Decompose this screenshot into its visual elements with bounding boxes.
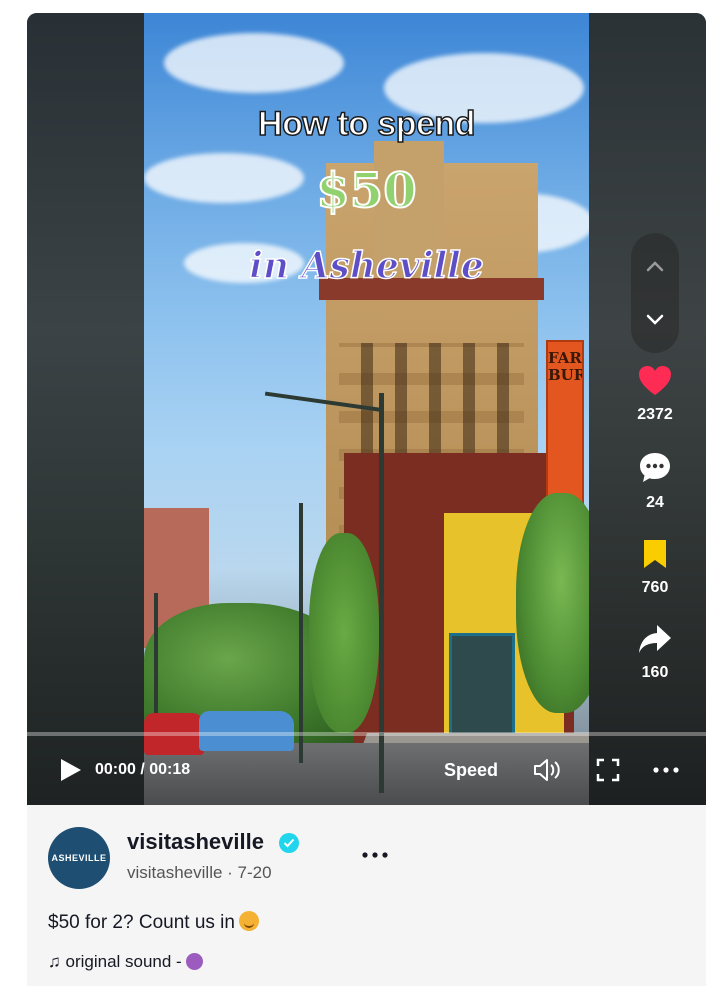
bookmark-icon — [644, 540, 666, 568]
handle-and-date: visitasheville · 7-20 — [127, 863, 272, 882]
post-info-panel: ASHEVILLE visitasheville visitasheville … — [27, 805, 706, 986]
blue-van — [199, 711, 294, 751]
previous-video-button[interactable] — [631, 241, 679, 291]
comment-action[interactable]: 24 — [625, 451, 685, 512]
music-note-icon: ♫ — [48, 952, 61, 971]
chevron-up-icon — [646, 261, 664, 272]
chevron-down-icon — [646, 314, 664, 325]
post-more-button[interactable] — [361, 839, 391, 867]
caption: $50 for 2? Count us in — [48, 911, 259, 934]
heart-icon — [639, 366, 671, 395]
more-icon — [653, 767, 679, 773]
share-icon — [639, 625, 671, 653]
volume-button[interactable] — [533, 757, 563, 788]
fullscreen-icon — [596, 758, 620, 782]
time-display: 00:00 / 00:18 — [95, 761, 191, 778]
street-light-pole — [299, 503, 303, 763]
save-count: 760 — [641, 579, 669, 596]
sound-link[interactable]: ♫ original sound - — [48, 952, 203, 972]
trees-right — [516, 493, 589, 713]
video-player[interactable]: FARM BURG How to spend $50 in Asheville … — [27, 13, 706, 805]
sign-text: FARM BURG — [548, 349, 582, 384]
play-button[interactable] — [59, 757, 83, 788]
volume-icon — [534, 759, 560, 781]
fullscreen-button[interactable] — [595, 757, 621, 788]
video-navigation — [631, 233, 679, 353]
video-blur-background-left — [27, 13, 144, 805]
caption-text: $50 for 2? Count us in — [48, 912, 235, 933]
like-action[interactable]: 2372 — [625, 365, 685, 424]
relieved-emoji-icon — [238, 911, 259, 931]
cloud — [164, 33, 344, 93]
comment-icon — [640, 453, 670, 482]
share-action[interactable]: 160 — [625, 623, 685, 682]
progress-bar[interactable] — [27, 732, 706, 736]
comment-count: 24 — [646, 494, 664, 511]
player-controls: 00:00 / 00:18 Speed — [27, 751, 706, 791]
username[interactable]: visitasheville — [127, 829, 264, 855]
overlay-title-line1: How to spend — [257, 104, 476, 144]
more-icon — [362, 852, 388, 858]
save-action[interactable]: 760 — [625, 538, 685, 597]
tree-middle — [309, 533, 379, 733]
next-video-button[interactable] — [631, 295, 679, 345]
farm-burger-sign: FARM BURG — [546, 340, 584, 510]
share-count: 160 — [641, 664, 669, 681]
play-icon — [61, 759, 81, 781]
speed-button[interactable]: Speed — [444, 760, 498, 781]
avatar-text: ASHEVILLE — [51, 853, 107, 863]
more-options-button[interactable] — [652, 757, 680, 789]
purple-emoji-icon — [185, 953, 203, 970]
video-frame[interactable]: FARM BURG How to spend $50 in Asheville — [144, 13, 589, 805]
avatar[interactable]: ASHEVILLE — [48, 827, 110, 889]
overlay-title-city: in Asheville — [248, 244, 484, 288]
like-count: 2372 — [637, 406, 673, 423]
verified-icon — [279, 833, 299, 853]
overlay-title-price: $50 — [315, 162, 417, 220]
sound-text: original sound - — [65, 952, 182, 971]
